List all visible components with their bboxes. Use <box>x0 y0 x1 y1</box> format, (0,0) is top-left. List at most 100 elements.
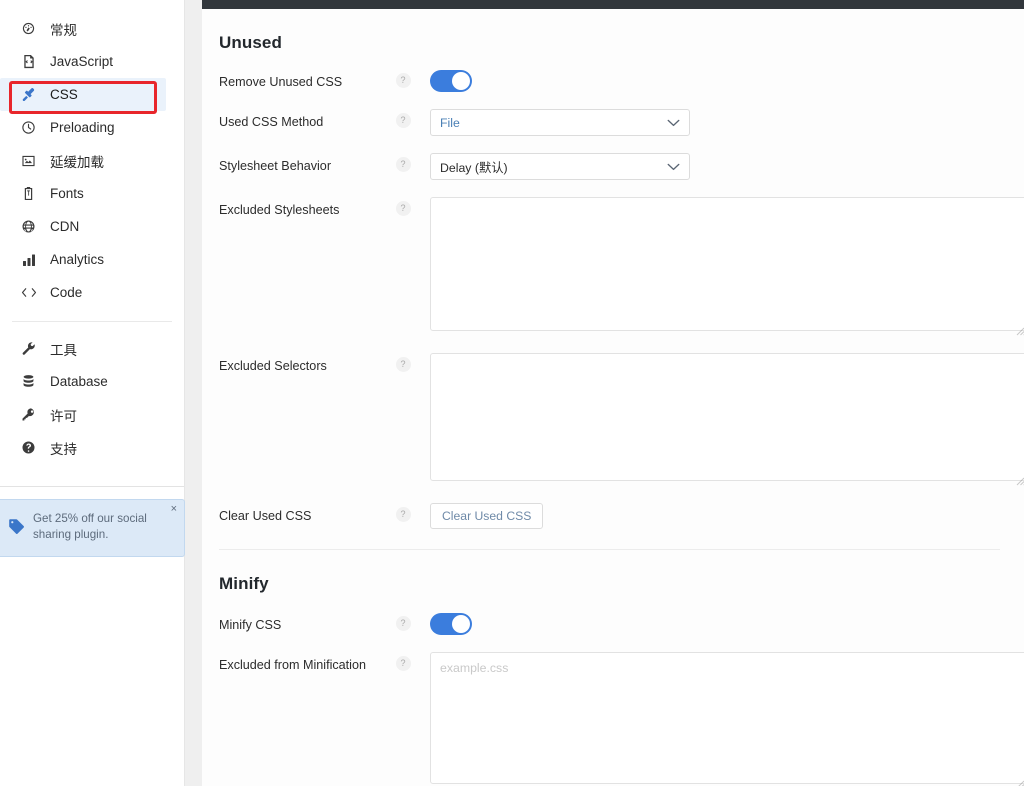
setting-field: Delay (默认) <box>430 153 1000 180</box>
help-tooltip-icon[interactable]: ? <box>394 73 412 88</box>
toggle-knob <box>452 72 470 90</box>
help-tooltip-icon[interactable]: ? <box>394 616 412 631</box>
section-title-unused: Unused <box>219 33 282 52</box>
sidebar-item-cdn[interactable]: CDN <box>0 210 184 243</box>
help-tooltip-icon[interactable]: ? <box>394 656 412 671</box>
sidebar-item-label: 工具 <box>50 342 77 358</box>
setting-label: Minify CSS <box>219 618 282 632</box>
setting-row-excluded-selectors: Excluded Selectors ? <box>219 353 1024 486</box>
help-glyph: ? <box>395 113 411 128</box>
textarea-wrapper <box>430 652 1024 786</box>
font-clipboard-icon <box>20 185 37 202</box>
setting-label: Excluded Stylesheets <box>219 203 340 217</box>
setting-label: Stylesheet Behavior <box>219 159 332 173</box>
sidebar-group-secondary: 工具 Database 许可 支持 <box>0 328 184 470</box>
help-glyph: ? <box>395 201 411 216</box>
setting-field: File <box>430 109 1000 136</box>
sidebar-item-label: Preloading <box>50 120 115 135</box>
key-icon <box>20 406 37 423</box>
setting-field <box>430 652 1024 786</box>
setting-field <box>430 69 1000 92</box>
help-circle-icon <box>20 439 37 456</box>
help-glyph: ? <box>395 157 411 172</box>
setting-row-excluded-from-minification: Excluded from Minification ? <box>219 652 1024 786</box>
admin-bar <box>202 0 1024 9</box>
minify-css-toggle[interactable] <box>430 613 472 635</box>
excluded-selectors-textarea[interactable] <box>430 353 1024 481</box>
select-value: Delay (默认) <box>440 160 508 175</box>
help-glyph: ? <box>395 507 411 522</box>
help-glyph: ? <box>395 357 411 372</box>
clear-used-css-button[interactable]: Clear Used CSS <box>430 503 544 529</box>
sidebar-item-css[interactable]: CSS <box>0 78 166 111</box>
setting-label: Clear Used CSS <box>219 509 312 523</box>
excluded-from-minification-textarea[interactable] <box>430 652 1024 784</box>
sidebar-item-label: Analytics <box>50 252 105 267</box>
sidebar-item-javascript[interactable]: JavaScript <box>0 45 184 78</box>
sidebar-item-lazyload[interactable]: 延缓加载 <box>0 144 184 177</box>
setting-row-stylesheet-behavior: Stylesheet Behavior ? Delay (默认) <box>219 153 1000 180</box>
chevron-down-icon <box>667 160 680 174</box>
setting-row-minify-css: Minify CSS ? <box>219 612 1000 635</box>
sidebar-item-fonts[interactable]: Fonts <box>0 177 184 210</box>
sidebar: 常规 JavaScript CSS Preloading 延缓加载 Fonts … <box>0 0 185 786</box>
promo-close-icon[interactable]: × <box>171 504 177 515</box>
main-content: Unused Remove Unused CSS ? Used CSS Meth… <box>202 0 1024 786</box>
help-tooltip-icon[interactable]: ? <box>394 113 412 128</box>
used-css-method-select[interactable]: File <box>430 109 690 136</box>
app-window: 常规 JavaScript CSS Preloading 延缓加载 Fonts … <box>0 0 1024 786</box>
sidebar-item-label: 常规 <box>50 22 77 38</box>
sidebar-item-code[interactable]: Code <box>0 276 184 309</box>
help-glyph: ? <box>395 73 411 88</box>
help-tooltip-icon[interactable]: ? <box>394 157 412 172</box>
gauge-icon <box>20 20 37 37</box>
setting-label: Excluded Selectors <box>219 359 327 373</box>
excluded-stylesheets-textarea[interactable] <box>430 197 1024 331</box>
sidebar-nav-panel: 常规 JavaScript CSS Preloading 延缓加载 Fonts … <box>0 0 184 487</box>
section-divider <box>219 549 1000 550</box>
price-tag-icon <box>8 518 25 540</box>
setting-field <box>430 197 1024 336</box>
sidebar-item-label: Code <box>50 285 83 300</box>
settings-panel: Unused Remove Unused CSS ? Used CSS Meth… <box>202 9 1024 786</box>
promo-banner-wrapper: Get 25% off our social sharing plugin. × <box>0 499 185 557</box>
sidebar-item-label: CSS <box>50 87 78 102</box>
sidebar-item-label: 延缓加载 <box>50 154 104 170</box>
sidebar-item-tools[interactable]: 工具 <box>0 332 184 365</box>
setting-label: Excluded from Minification <box>219 658 366 672</box>
setting-label: Used CSS Method <box>219 115 324 129</box>
setting-row-excluded-stylesheets: Excluded Stylesheets ? <box>219 197 1024 336</box>
help-glyph: ? <box>395 616 411 631</box>
promo-banner[interactable]: Get 25% off our social sharing plugin. × <box>0 499 185 557</box>
stylesheet-behavior-select[interactable]: Delay (默认) <box>430 153 690 180</box>
sidebar-item-analytics[interactable]: Analytics <box>0 243 184 276</box>
sidebar-item-license[interactable]: 许可 <box>0 398 184 431</box>
paintbrush-icon <box>20 86 37 103</box>
help-glyph: ? <box>395 656 411 671</box>
sidebar-item-label: 支持 <box>50 441 77 457</box>
globe-icon <box>20 218 37 235</box>
help-tooltip-icon[interactable]: ? <box>394 357 412 372</box>
select-value: File <box>440 115 460 130</box>
help-tooltip-icon[interactable]: ? <box>394 507 412 522</box>
sidebar-item-preloading[interactable]: Preloading <box>0 111 184 144</box>
chevron-down-icon <box>667 116 680 130</box>
image-icon <box>20 152 37 169</box>
remove-unused-css-toggle[interactable] <box>430 70 472 92</box>
sidebar-divider <box>12 321 172 322</box>
textarea-wrapper <box>430 353 1024 486</box>
code-brackets-icon <box>20 284 37 301</box>
help-tooltip-icon[interactable]: ? <box>394 201 412 216</box>
clock-icon <box>20 119 37 136</box>
toggle-knob <box>452 615 470 633</box>
setting-label: Remove Unused CSS <box>219 75 343 89</box>
setting-field: Clear Used CSS <box>430 503 1000 529</box>
setting-field <box>430 612 1000 635</box>
sidebar-item-support[interactable]: 支持 <box>0 431 184 464</box>
sidebar-item-label: JavaScript <box>50 54 114 69</box>
code-file-icon <box>20 53 37 70</box>
sidebar-item-database[interactable]: Database <box>0 365 184 398</box>
sidebar-item-general[interactable]: 常规 <box>0 12 184 45</box>
setting-row-remove-unused-css: Remove Unused CSS ? <box>219 69 1000 92</box>
section-title-minify: Minify <box>219 574 269 593</box>
